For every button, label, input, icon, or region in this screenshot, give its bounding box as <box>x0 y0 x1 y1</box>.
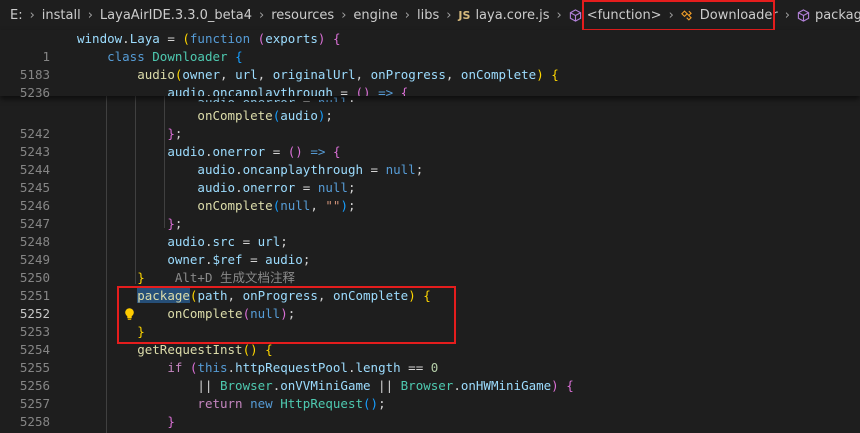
breadcrumb-symbol-method[interactable]: package <box>795 8 860 23</box>
code-text: audio.oncanplaythrough = null; <box>197 162 424 177</box>
sticky-line[interactable]: 5183 class Downloader { <box>0 48 860 82</box>
code-line[interactable]: 5243 }; <box>0 125 860 159</box>
code-text: } <box>167 414 175 429</box>
breadcrumb-symbol-label: package <box>814 7 860 23</box>
breadcrumb-highlight-annotation <box>582 0 775 31</box>
sticky-line[interactable]: 5236 audio(owner, url, originalUrl, onPr… <box>0 66 860 100</box>
code-text: }; <box>167 216 183 231</box>
code-text: onComplete(audio); <box>197 108 333 123</box>
code-text: || Browser.onVVMiniGame || Browser.onHWM… <box>77 378 574 393</box>
code-text: audio.oncanplaythrough = () => { <box>167 85 409 96</box>
js-file-icon: JS <box>458 8 471 22</box>
code-line[interactable]: 5244 audio.onerror = () => { <box>0 143 860 177</box>
code-line[interactable]: 5246 audio.onerror = null; <box>0 179 860 213</box>
inline-hint: Alt+D 生成文档注释 <box>174 270 296 285</box>
code-text: if (this.httpRequestPool.length == 0 <box>167 360 439 375</box>
code-text: audio.onerror = null; <box>197 180 356 195</box>
code-text: }; <box>167 126 183 141</box>
breadcrumb-folder-libs[interactable]: libs <box>415 8 441 23</box>
code-line[interactable]: 5258 return new HttpRequest(); <box>0 395 860 429</box>
code-line[interactable]: 5248 }; <box>0 215 860 249</box>
code-text: audio.src = url; <box>167 234 288 249</box>
sticky-line[interactable]: 1 window.Laya = (function (exports) { <box>0 30 860 64</box>
code-text: window.Laya = (function (exports) { <box>77 31 341 46</box>
code-highlight-annotation <box>117 286 456 344</box>
code-line-partial[interactable]: 5241 audio.onerror = null; <box>0 96 860 102</box>
breadcrumb-folder-engine[interactable]: engine <box>351 8 399 23</box>
cube-icon <box>797 8 810 22</box>
sticky-scroll-header: 1 window.Laya = (function (exports) { 51… <box>0 30 860 100</box>
breadcrumb-drive[interactable]: E: <box>0 8 25 23</box>
code-line[interactable]: 5242 onComplete(audio); <box>0 107 860 141</box>
breadcrumb-file-label: laya.core.js <box>475 7 550 23</box>
breadcrumb-folder-layaairide[interactable]: LayaAirIDE.3.3.0_beta4 <box>98 8 254 23</box>
code-line[interactable]: 5250 owner.$ref = audio; <box>0 251 860 285</box>
code-line[interactable]: 5247 onComplete(null, ""); <box>0 197 860 231</box>
sticky-line[interactable]: 5239 audio.oncanplaythrough = () => { <box>0 84 860 96</box>
code-text: audio.onerror = null; <box>77 96 355 102</box>
code-line[interactable]: 5256 if (this.httpRequestPool.length == … <box>0 359 860 393</box>
code-line[interactable]: 5251 } Alt+D 生成文档注释 <box>0 269 860 303</box>
breadcrumb-folder-resources[interactable]: resources <box>269 8 336 23</box>
code-text: onComplete(null, ""); <box>197 198 356 213</box>
breadcrumb-file[interactable]: JS laya.core.js <box>456 8 551 23</box>
code-line[interactable]: 5257 || Browser.onVVMiniGame || Browser.… <box>0 377 860 411</box>
breadcrumb-folder-install[interactable]: install <box>40 8 83 23</box>
chevron-right-icon: › <box>404 7 410 23</box>
code-text: class Downloader { <box>107 49 243 64</box>
cube-icon <box>569 8 582 22</box>
chevron-right-icon: › <box>29 7 35 23</box>
chevron-right-icon: › <box>784 7 790 23</box>
code-editor[interactable]: 5241 audio.onerror = null; 5242 onComple… <box>0 96 860 433</box>
code-line[interactable]: 5249 audio.src = url; <box>0 233 860 267</box>
code-text: audio(owner, url, originalUrl, onProgres… <box>137 67 559 82</box>
code-text: owner.$ref = audio; <box>167 252 311 267</box>
chevron-right-icon: › <box>341 7 347 23</box>
code-text: return new HttpRequest(); <box>197 396 386 411</box>
code-line[interactable]: 5245 audio.oncanplaythrough = null; <box>0 161 860 195</box>
chevron-right-icon: › <box>556 7 562 23</box>
code-text: } Alt+D 生成文档注释 <box>137 270 296 285</box>
code-text: audio.onerror = () => { <box>167 144 341 159</box>
chevron-right-icon: › <box>87 7 93 23</box>
code-line[interactable]: 5259 } <box>0 413 860 433</box>
chevron-right-icon: › <box>259 7 265 23</box>
chevron-right-icon: › <box>446 7 452 23</box>
